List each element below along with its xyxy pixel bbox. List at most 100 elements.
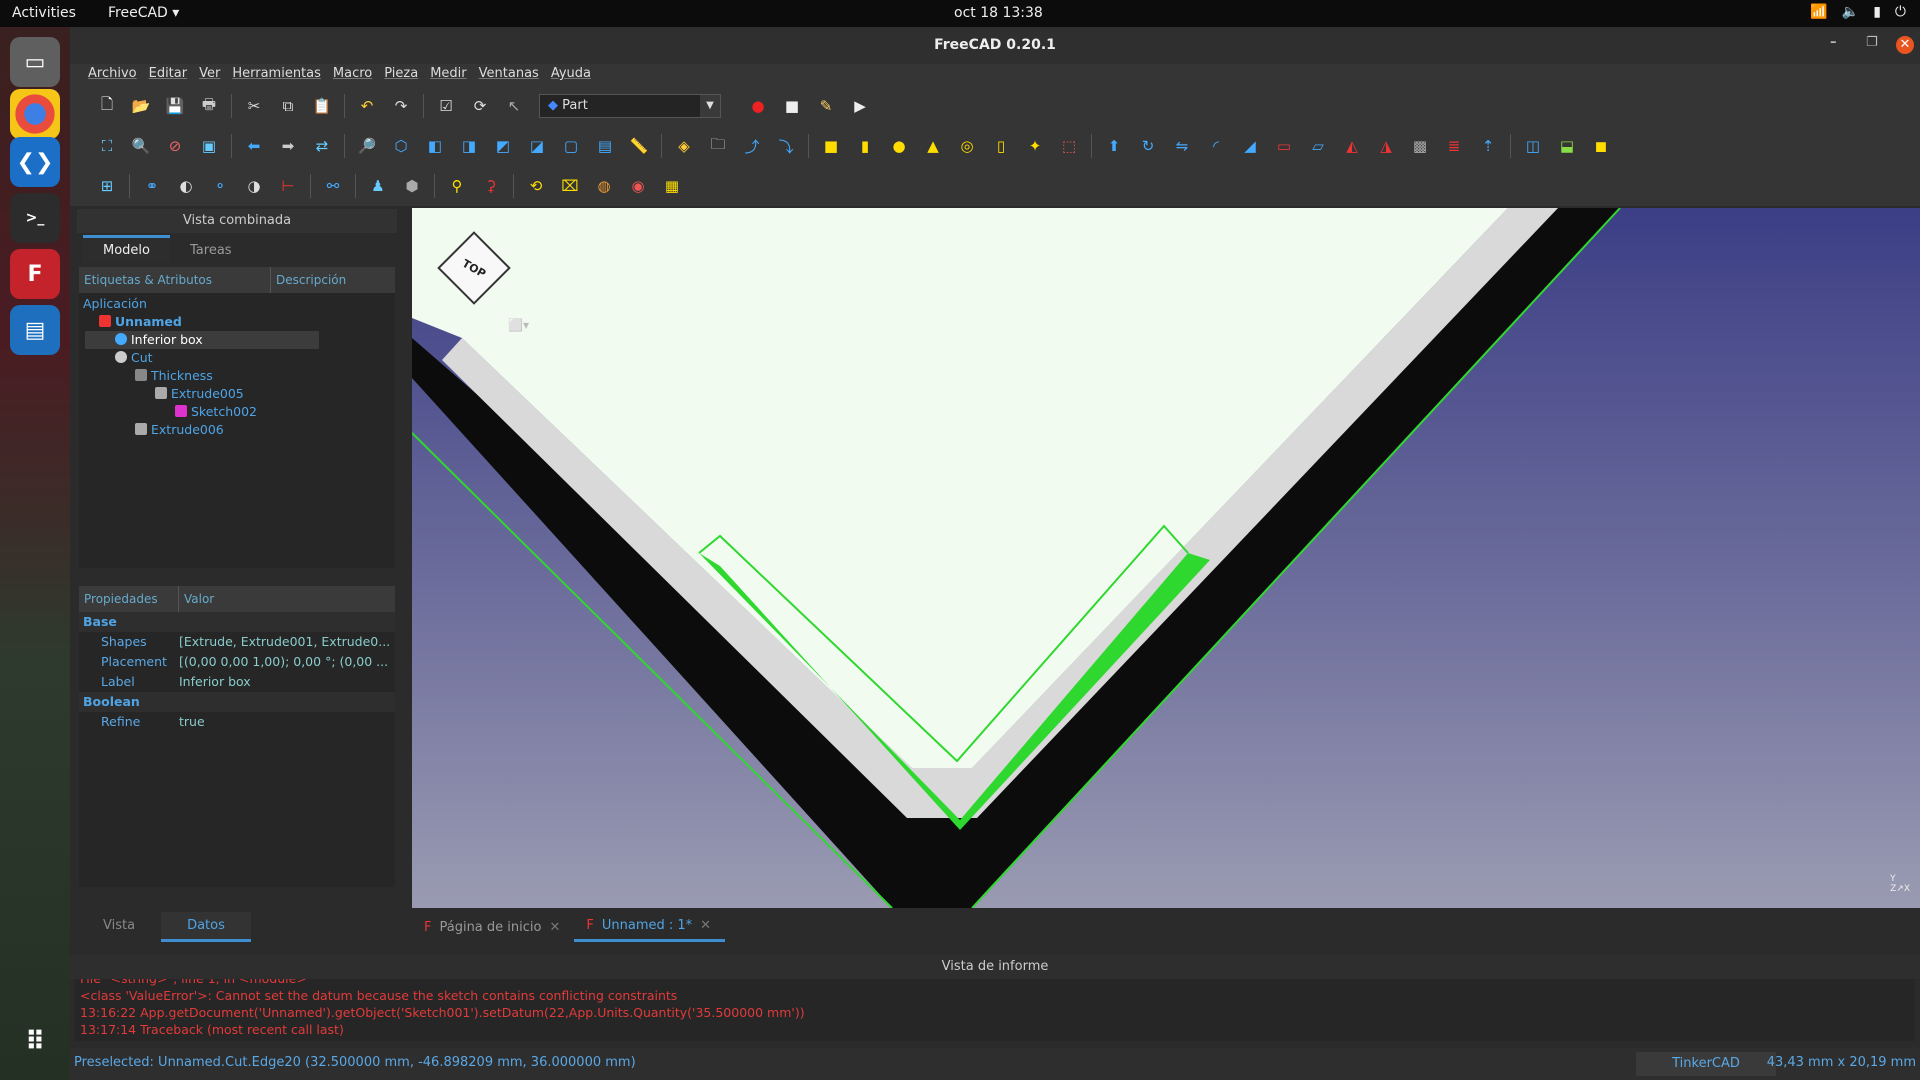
writer-icon[interactable]: ▤ xyxy=(10,305,60,355)
record-macro-icon[interactable]: ● xyxy=(747,95,769,117)
menu-ver[interactable]: Ver xyxy=(193,64,226,86)
maximize-icon[interactable]: ❐ xyxy=(1866,35,1878,50)
torus-icon[interactable]: ◎ xyxy=(956,135,978,157)
property-row[interactable]: Label Inferior box xyxy=(79,672,395,692)
ruled-surface-icon[interactable]: ▱ xyxy=(1307,135,1329,157)
tree-column-description[interactable]: Descripción xyxy=(271,267,395,293)
measure-toggle-all-icon[interactable]: ◍ xyxy=(593,175,615,197)
forward-icon[interactable]: ➡ xyxy=(277,135,299,157)
paste-icon[interactable]: 📋 xyxy=(311,95,333,117)
tree-item-sketch002[interactable]: Sketch002 xyxy=(175,403,257,421)
right-view-icon[interactable]: ◩ xyxy=(492,135,514,157)
open-icon[interactable]: 📂 xyxy=(130,95,152,117)
mirror-icon[interactable]: ⇋ xyxy=(1171,135,1193,157)
sphere-icon[interactable]: ● xyxy=(888,135,910,157)
tab-modelo[interactable]: Modelo xyxy=(83,235,170,263)
chamfer-icon[interactable]: ◢ xyxy=(1239,135,1261,157)
fillet-icon[interactable]: ◜ xyxy=(1205,135,1227,157)
measure-icon[interactable]: 📏 xyxy=(628,135,650,157)
redo-icon[interactable]: ↷ xyxy=(390,95,412,117)
bottom-view-icon[interactable]: ▢ xyxy=(560,135,582,157)
cylinder-icon[interactable]: ▮ xyxy=(854,135,876,157)
shape-builder-icon[interactable]: ⬚ xyxy=(1058,135,1080,157)
fit-selection-icon[interactable]: 🔍 xyxy=(130,135,152,157)
check-geometry-icon[interactable]: ♟ xyxy=(367,175,389,197)
system-tray[interactable]: 📶 🔈 ▮ ⏻ xyxy=(1810,4,1906,20)
compound-tools-icon[interactable]: ⊞ xyxy=(96,175,118,197)
property-group-boolean[interactable]: Boolean xyxy=(79,692,395,712)
boolean-icon[interactable]: ⚭ xyxy=(141,175,163,197)
property-group-base[interactable]: Base xyxy=(79,612,395,632)
measure-clear-icon[interactable]: ⌧ xyxy=(559,175,581,197)
new-document-icon[interactable]: 🗋 xyxy=(96,95,118,117)
tab-tareas[interactable]: Tareas xyxy=(170,238,252,263)
property-column-name[interactable]: Propiedades xyxy=(79,586,179,612)
terminal-icon[interactable]: >_ xyxy=(10,193,60,243)
common-icon[interactable]: ◑ xyxy=(243,175,265,197)
workbench-selector[interactable]: ◆ Part ▼ xyxy=(539,94,721,118)
draw-style-icon[interactable]: ⊘ xyxy=(164,135,186,157)
menu-medir[interactable]: Medir xyxy=(424,64,472,86)
isometric-view-icon[interactable]: ⬡ xyxy=(390,135,412,157)
cross-sections-icon[interactable]: ≣ xyxy=(1443,135,1465,157)
menu-pieza[interactable]: Pieza xyxy=(378,64,424,86)
copy-icon[interactable]: ⧉ xyxy=(277,95,299,117)
tree-item-extrude005[interactable]: Extrude005 xyxy=(155,385,244,403)
zoom-icon[interactable]: 🔎 xyxy=(356,135,378,157)
measure-toggle-delta-icon[interactable]: ▦ xyxy=(661,175,683,197)
print-icon[interactable]: 🖶 xyxy=(198,95,220,117)
clock[interactable]: oct 18 13:38 xyxy=(954,5,1043,21)
projection-icon[interactable]: ⬓ xyxy=(1556,135,1578,157)
measure-refresh-icon[interactable]: ⟲ xyxy=(525,175,547,197)
rear-view-icon[interactable]: ◪ xyxy=(526,135,548,157)
link-actions-icon[interactable]: ⤵ xyxy=(775,135,797,157)
loft-icon[interactable]: ◭ xyxy=(1341,135,1363,157)
tree-column-labels[interactable]: Etiquetas & Atributos xyxy=(79,267,271,293)
cone-icon[interactable]: ▲ xyxy=(922,135,944,157)
close-tab-icon[interactable]: ✕ xyxy=(700,918,711,933)
cut-boolean-icon[interactable]: ◐ xyxy=(175,175,197,197)
property-row[interactable]: Shapes [Extrude, Extrude001, Extrude0... xyxy=(79,632,395,652)
defeaturing-icon[interactable]: ⬢ xyxy=(401,175,423,197)
refresh-icon[interactable]: ⟳ xyxy=(469,95,491,117)
fuse-icon[interactable]: ⚬ xyxy=(209,175,231,197)
create-group-icon[interactable]: 🗀 xyxy=(707,135,729,157)
run-macro-icon[interactable]: ▶ xyxy=(849,95,871,117)
join-features-icon[interactable]: ⊢ xyxy=(277,175,299,197)
property-row[interactable]: Placement [(0,00 0,00 1,00); 0,00 °; (0,0… xyxy=(79,652,395,672)
tree-item-extrude006[interactable]: Extrude006 xyxy=(135,421,224,439)
tree-item-document[interactable]: Unnamed xyxy=(99,313,182,331)
chrome-icon[interactable] xyxy=(10,89,60,139)
extrude-icon[interactable]: ⬆ xyxy=(1103,135,1125,157)
left-view-icon[interactable]: ▤ xyxy=(594,135,616,157)
section-icon[interactable]: ▩ xyxy=(1409,135,1431,157)
tree-item-inferior-box[interactable]: Inferior box xyxy=(85,331,319,349)
split-tools-icon[interactable]: ⚯ xyxy=(322,175,344,197)
close-tab-icon[interactable]: ✕ xyxy=(549,920,560,935)
menu-herramientas[interactable]: Herramientas xyxy=(226,64,327,86)
fit-all-icon[interactable]: ⛶ xyxy=(96,135,118,157)
close-icon[interactable]: ✕ xyxy=(1896,36,1914,54)
report-view[interactable]: File "<string>", line 1, in <module> <cl… xyxy=(75,979,1915,1041)
property-row[interactable]: Refine true xyxy=(79,712,395,732)
property-column-value[interactable]: Valor xyxy=(179,586,395,612)
tree-item-thickness[interactable]: Thickness xyxy=(135,367,213,385)
app-grid-icon[interactable]: ⠿ xyxy=(10,1017,60,1067)
tab-vista[interactable]: Vista xyxy=(77,912,161,942)
revolve-icon[interactable]: ↻ xyxy=(1137,135,1159,157)
navcube-menu-icon[interactable]: ⬜▾ xyxy=(508,318,529,332)
primitives-icon[interactable]: ✦ xyxy=(1024,135,1046,157)
back-icon[interactable]: ⬅ xyxy=(243,135,265,157)
measure-angular-icon[interactable]: ⚳ xyxy=(480,175,502,197)
menu-macro[interactable]: Macro xyxy=(327,64,378,86)
sync-view-icon[interactable]: ⇄ xyxy=(311,135,333,157)
freecad-icon[interactable]: F xyxy=(10,249,60,299)
measure-toggle-3d-icon[interactable]: ◉ xyxy=(627,175,649,197)
cube-icon[interactable]: ■ xyxy=(820,135,842,157)
create-part-icon[interactable]: ◈ xyxy=(673,135,695,157)
minimize-icon[interactable]: – xyxy=(1830,35,1837,50)
measure-linear-icon[interactable]: ⚲ xyxy=(446,175,468,197)
cut-icon[interactable]: ✂ xyxy=(243,95,265,117)
sweep-icon[interactable]: ◮ xyxy=(1375,135,1397,157)
vscode-icon[interactable]: ❮❯ xyxy=(10,137,60,187)
